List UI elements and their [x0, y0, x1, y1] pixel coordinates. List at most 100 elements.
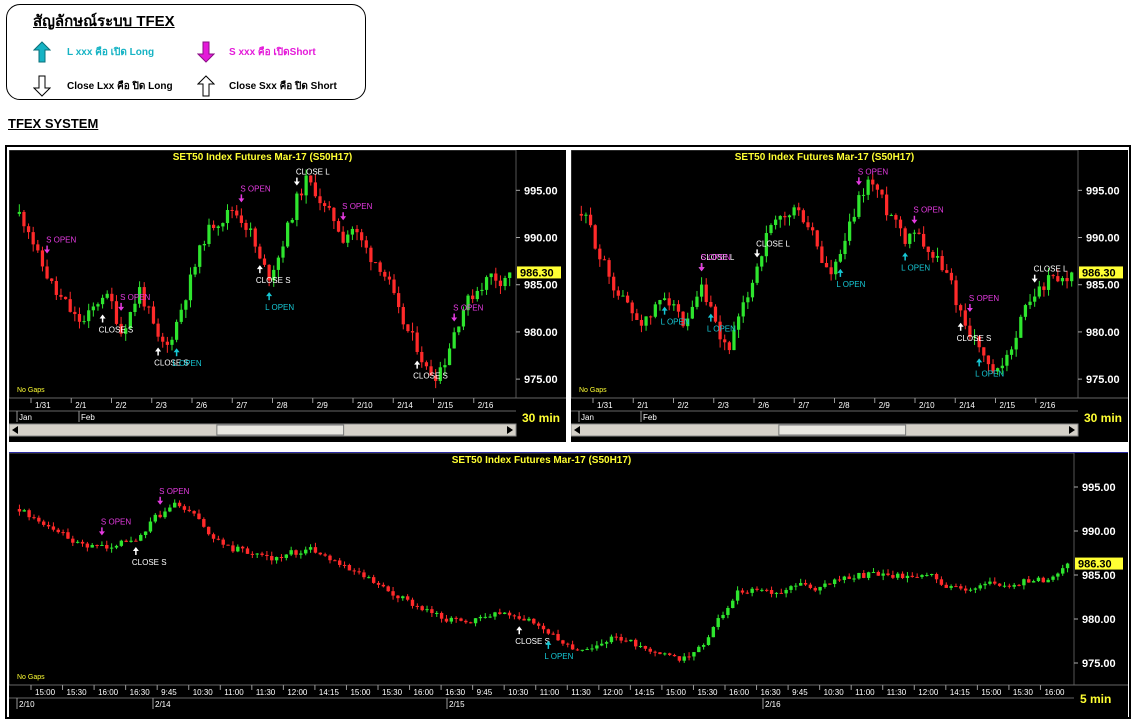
candle	[1019, 314, 1023, 338]
signal-label: L OPEN	[707, 325, 736, 334]
legend-item-close-long: Close Lxx คือ ปิด Long	[33, 75, 173, 97]
y-tick-label: 975.00	[524, 374, 558, 386]
x-tick-label: 2/6	[196, 401, 208, 410]
signal-label: S OPEN	[453, 304, 483, 313]
signal-label: CLOSE S	[515, 637, 550, 646]
signal-label: S OPEN	[969, 294, 999, 303]
y-tick-label: 990.00	[524, 233, 558, 245]
x-tick-label: 2/2	[116, 401, 128, 410]
chart-svg: 995.00 990.00 985.00 980.00 975.00 SET50 Inde…	[571, 150, 1128, 437]
month-label: 2/10	[19, 700, 35, 709]
x-tick-label: 15:30	[67, 688, 88, 697]
x-tick-label: 15:00	[350, 688, 371, 697]
x-tick-label: 2/7	[798, 401, 810, 410]
x-tick-label: 2/10	[357, 401, 373, 410]
signal-label: S OPEN	[342, 202, 372, 211]
x-tick-label: 2/14	[959, 401, 975, 410]
scroll-thumb[interactable]	[216, 424, 345, 436]
x-tick-label: 2/1	[75, 401, 87, 410]
candle	[593, 224, 597, 250]
x-tick-label: 16:00	[414, 688, 435, 697]
y-tick-label: 975.00	[1082, 658, 1116, 670]
legend-item-open-long: L xxx คือ เปิด Long	[33, 41, 154, 63]
chart-title: SET50 Index Futures Mar-17 (S50H17)	[735, 152, 915, 163]
signal-label: L OPEN	[901, 264, 930, 273]
candle	[119, 539, 124, 547]
legend-box: สัญลักษณ์ระบบ TFEX L xxx คือ เปิด Long S…	[6, 4, 366, 100]
x-tick-label: 9:45	[792, 688, 808, 697]
month-label: Feb	[81, 413, 95, 422]
x-tick-label: 11:30	[256, 688, 276, 697]
x-tick-label: 2/9	[879, 401, 891, 410]
x-tick-label: 15:00	[35, 688, 56, 697]
no-gaps-label: No Gaps	[17, 387, 45, 394]
x-tick-label: 2/7	[236, 401, 248, 410]
x-tick-label: 14:15	[950, 688, 971, 697]
x-tick-label: 16:30	[130, 688, 151, 697]
x-tick-label: 15:30	[382, 688, 403, 697]
x-tick-label: 2/1	[637, 401, 649, 410]
month-label: Jan	[581, 413, 594, 422]
signal-label: L OPEN	[836, 280, 865, 289]
x-tick-label: 10:30	[193, 688, 214, 697]
timeframe-label: 5 min	[1080, 692, 1111, 706]
last-price-label: 986.30	[520, 267, 554, 279]
signal-label: L OPEN	[173, 359, 202, 368]
y-tick-label: 985.00	[1082, 570, 1116, 582]
x-tick-label: 12:00	[287, 688, 308, 697]
arrow-down-filled-icon	[197, 41, 215, 63]
x-tick-label: 9:45	[477, 688, 493, 697]
y-tick-label: 980.00	[1086, 327, 1120, 339]
chart-title: SET50 Index Futures Mar-17 (S50H17)	[452, 455, 632, 466]
legend-item-close-short: Close Sxx คือ ปิด Short	[197, 75, 337, 97]
chart-panel-top-right[interactable]: 995.00 990.00 985.00 980.00 975.00 SET50 Inde…	[571, 150, 1128, 442]
x-tick-label: 14:15	[634, 688, 655, 697]
y-tick-label: 980.00	[524, 327, 558, 339]
charts-frame: 995.00 990.00 985.00 980.00 975.00 SET50 Inde…	[5, 145, 1131, 719]
y-tick-label: 985.00	[524, 280, 558, 292]
x-tick-label: 15:30	[697, 688, 718, 697]
x-tick-label: 12:00	[918, 688, 939, 697]
candle	[658, 652, 662, 655]
x-tick-label: 11:00	[540, 688, 560, 697]
timeframe-label: 30 min	[522, 411, 560, 425]
x-tick-label: 2/8	[277, 401, 289, 410]
scroll-thumb[interactable]	[778, 424, 907, 436]
x-tick-label: 16:00	[1044, 688, 1065, 697]
signal-label: S OPEN	[240, 184, 270, 193]
signal-label: S OPEN	[46, 236, 76, 245]
y-tick-label: 990.00	[1082, 526, 1116, 538]
signal-label: L OPEN	[265, 303, 294, 312]
chart-svg: 995.00 990.00 985.00 980.00 975.00 SET50 Inde…	[9, 150, 566, 437]
candle	[903, 226, 907, 247]
month-label: 2/15	[449, 700, 465, 709]
x-tick-label: 2/6	[758, 401, 770, 410]
signal-label: L OPEN	[975, 369, 1004, 378]
candle	[174, 319, 179, 343]
month-label: 2/14	[155, 700, 171, 709]
chart-panel-bottom[interactable]: 995.00 990.00 985.00 980.00 975.00 SET50 Inde…	[9, 452, 1128, 717]
signal-label: L OPEN	[544, 652, 573, 661]
x-tick-label: 2/15	[1000, 401, 1016, 410]
x-tick-label: 2/2	[678, 401, 690, 410]
legend-label-open-long: L xxx คือ เปิด Long	[67, 46, 155, 58]
candle	[801, 208, 805, 224]
x-tick-label: 16:30	[445, 688, 466, 697]
x-tick-label: 10:30	[824, 688, 845, 697]
x-tick-label: 2/3	[156, 401, 168, 410]
x-tick-label: 1/31	[35, 401, 51, 410]
month-label: Feb	[643, 413, 657, 422]
arrow-up-hollow-icon	[197, 75, 215, 97]
x-tick-label: 15:30	[1013, 688, 1034, 697]
candle	[286, 220, 290, 249]
signal-label: S OPEN	[101, 517, 131, 526]
last-price-label: 986.30	[1078, 559, 1112, 571]
signal-label: CLOSE S	[413, 372, 448, 381]
chart-panel-top-left[interactable]: 995.00 990.00 985.00 980.00 975.00 SET50 Inde…	[9, 150, 566, 442]
candle	[373, 262, 378, 264]
month-label: Jan	[19, 413, 32, 422]
signal-label: S OPEN	[701, 253, 731, 262]
candle	[713, 304, 718, 324]
x-tick-label: 2/16	[1040, 401, 1056, 410]
chart-svg: 995.00 990.00 985.00 980.00 975.00 SET50 Inde…	[9, 453, 1128, 709]
